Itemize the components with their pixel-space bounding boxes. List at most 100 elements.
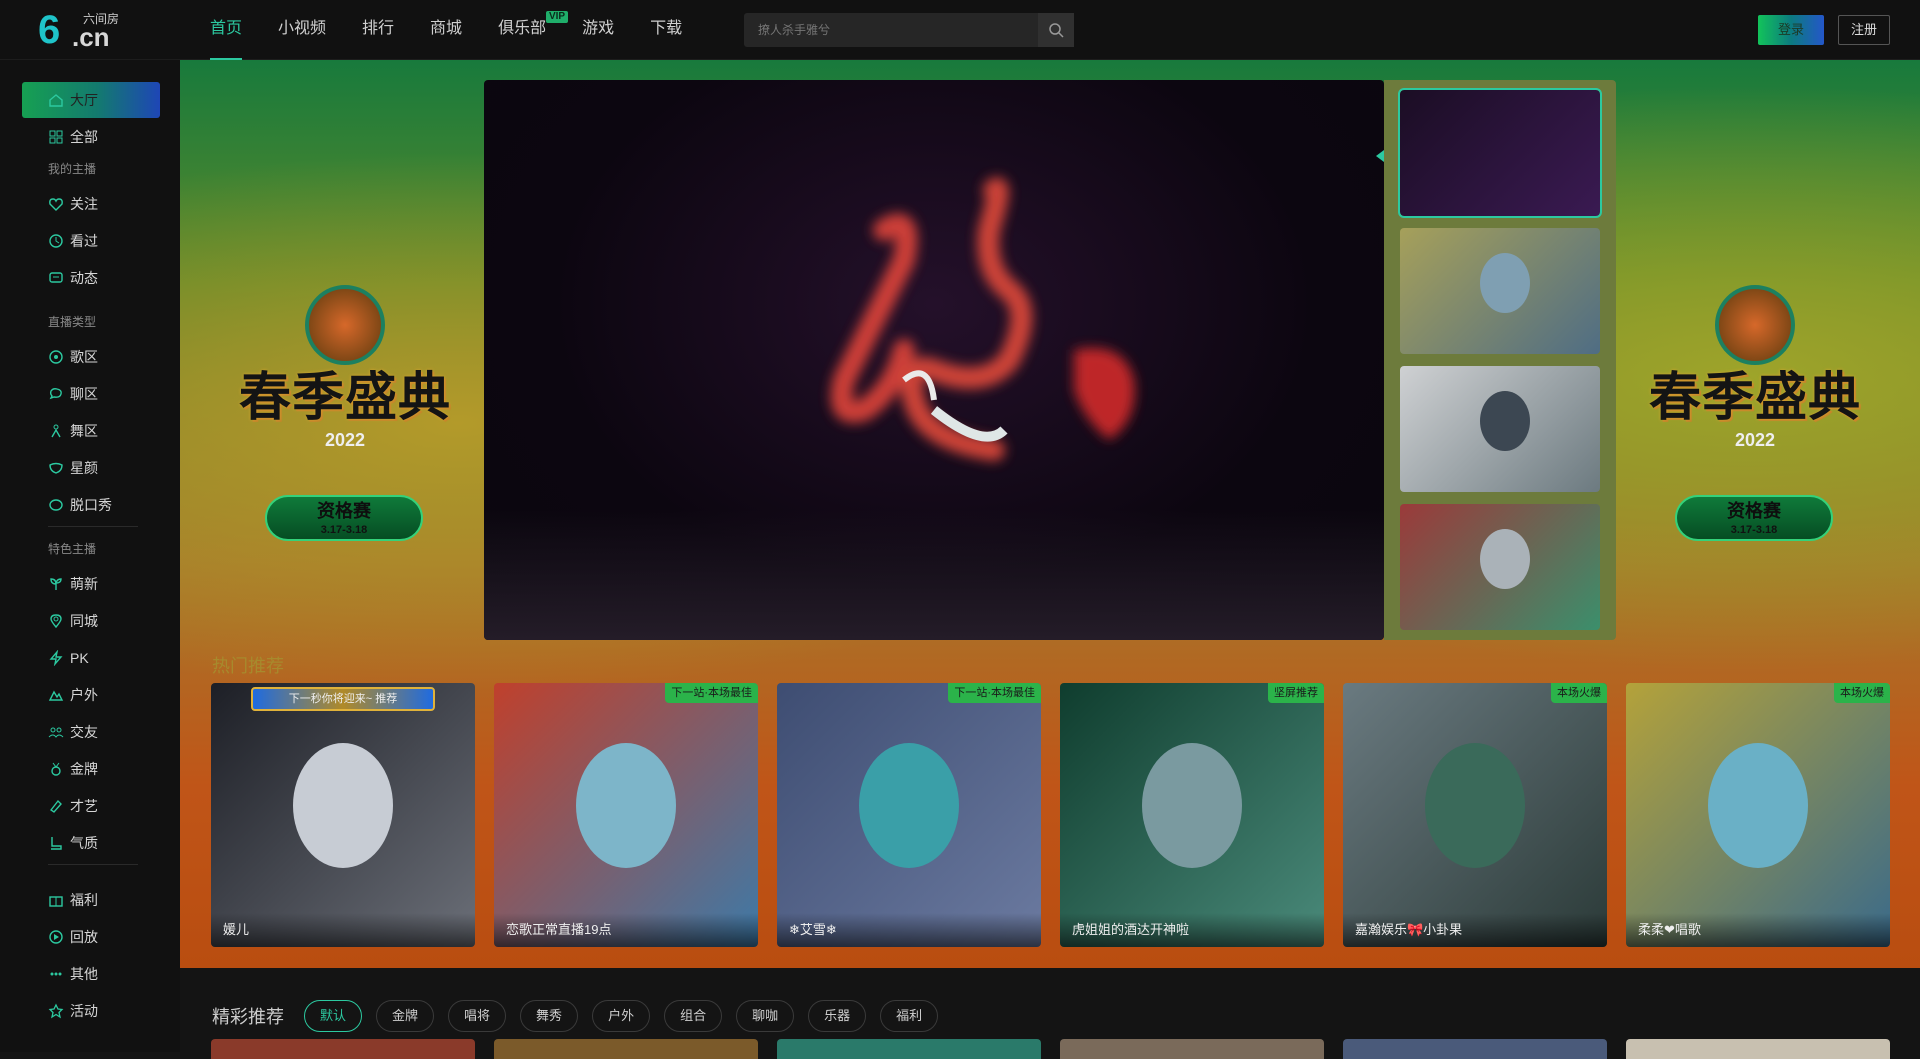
stream-thumbnail[interactable] — [1400, 228, 1600, 354]
streamer-photo — [1142, 743, 1242, 868]
festival-poster-right[interactable]: 春季盛典 2022 资格赛 3.17-3.18 — [1620, 285, 1890, 545]
sidebar-item[interactable]: 歌区 — [22, 339, 160, 375]
festival-emblem — [305, 285, 385, 365]
stream-card[interactable]: 下一秒你将迎来~ 推荐 媛儿 — [211, 683, 475, 947]
sidebar-item-label: 福利 — [70, 892, 98, 908]
stream-thumbnail[interactable] — [1400, 504, 1600, 630]
sidebar-item[interactable]: 同城 — [22, 603, 160, 639]
grid-icon — [49, 130, 63, 144]
nav-item[interactable]: 首页 — [210, 0, 243, 60]
music-icon — [49, 350, 63, 364]
sidebar-item-label: 关注 — [70, 196, 98, 212]
filter-chip[interactable]: 舞秀 — [520, 1000, 579, 1032]
sidebar-item[interactable]: 金牌 — [22, 751, 160, 787]
bubble-icon — [49, 388, 62, 400]
stream-card-peek[interactable] — [494, 1039, 758, 1059]
register-button[interactable]: 注册 — [1838, 15, 1890, 45]
sidebar-item[interactable]: 关注 — [22, 186, 160, 222]
sidebar-item[interactable]: 舞区 — [22, 413, 160, 449]
festival-badge[interactable]: 资格赛 3.17-3.18 — [1675, 495, 1833, 541]
stream-thumbnail[interactable] — [1398, 88, 1602, 218]
festival-emblem — [1715, 285, 1795, 365]
badge-dates: 3.17-3.18 — [320, 524, 368, 536]
stream-card[interactable]: 下一站·本场最佳 ❄艾雪❄ — [777, 683, 1041, 947]
sidebar-item[interactable]: 全部 — [22, 119, 160, 155]
search-button[interactable] — [1038, 13, 1074, 47]
stream-card-peek[interactable] — [1626, 1039, 1890, 1059]
stream-card[interactable]: 本场火爆 嘉瀚娱乐🎀小卦果 — [1343, 683, 1607, 947]
sidebar-item[interactable]: 脱口秀 — [22, 487, 160, 523]
festival-badge[interactable]: 资格赛 3.17-3.18 — [265, 495, 423, 541]
filter-chip[interactable]: 聊咖 — [736, 1000, 795, 1032]
dots-icon — [50, 972, 62, 976]
nav-item[interactable]: 下载 — [650, 0, 682, 60]
site-logo[interactable]: 6 六间房 .cn — [38, 8, 128, 52]
top-navbar: 6 六间房 .cn 首页 小视频 排行 商城 俱乐部VIP 游戏 下载 登录 注册 — [0, 0, 1920, 60]
sidebar-item[interactable]: 动态 — [22, 260, 160, 296]
filter-chip[interactable]: 组合 — [664, 1000, 723, 1032]
sidebar-item[interactable]: 大厅 — [22, 82, 160, 118]
search-input[interactable] — [744, 13, 1038, 47]
mountain-icon — [48, 690, 64, 701]
nav-item[interactable]: 商城 — [430, 0, 462, 60]
sidebar-item-label: 聊区 — [70, 386, 98, 402]
sidebar-item[interactable]: 回放 — [22, 919, 160, 955]
sidebar-item[interactable]: 其他 — [22, 956, 160, 992]
sidebar-item-label: 萌新 — [70, 576, 98, 592]
hot-stream-cards: 下一秒你将迎来~ 推荐 媛儿 下一站·本场最佳 恋歌正常直播19点 下一站·本场最佳 ❄艾… — [211, 683, 1920, 947]
sidebar-item[interactable]: 星颜 — [22, 450, 160, 486]
home-icon — [49, 94, 63, 107]
sidebar-item[interactable]: 气质 — [22, 825, 160, 861]
search-box — [744, 13, 1074, 47]
stream-card-peek[interactable] — [1343, 1039, 1607, 1059]
sidebar-item[interactable]: 萌新 — [22, 566, 160, 602]
sidebar-item-label: 脱口秀 — [70, 497, 112, 513]
sidebar-item[interactable]: 福利 — [22, 882, 160, 918]
sidebar-item-label: 户外 — [70, 687, 98, 703]
nav-item[interactable]: 俱乐部 VIP — [498, 0, 569, 60]
sidebar-divider — [48, 526, 138, 527]
stream-card[interactable]: 本场火爆 柔柔❤唱歌 — [1626, 683, 1890, 947]
nav-item[interactable]: 游戏 — [582, 0, 614, 60]
sidebar-item-label: 星颜 — [70, 460, 98, 476]
stream-card-peek[interactable] — [211, 1039, 475, 1059]
medal-icon — [51, 762, 61, 776]
filter-chip[interactable]: 金牌 — [376, 1000, 435, 1032]
filter-chip[interactable]: 唱将 — [448, 1000, 507, 1032]
sidebar-item-label: 动态 — [70, 270, 98, 286]
filter-chip[interactable]: 乐器 — [808, 1000, 867, 1032]
sprout-icon — [50, 578, 62, 590]
sidebar-item[interactable]: 交友 — [22, 714, 160, 750]
stream-card[interactable]: 下一站·本场最佳 恋歌正常直播19点 — [494, 683, 758, 947]
sidebar-item[interactable]: 才艺 — [22, 788, 160, 824]
stream-card[interactable]: 坚屏推荐 虎姐姐的酒达开神啦 — [1060, 683, 1324, 947]
login-button[interactable]: 登录 — [1758, 15, 1824, 45]
sidebar-item[interactable]: 活动 — [22, 993, 160, 1029]
stream-card-peek[interactable] — [1060, 1039, 1324, 1059]
sidebar-item[interactable]: PK — [22, 640, 160, 676]
sidebar-item[interactable]: 看过 — [22, 223, 160, 259]
sidebar-item[interactable]: 户外 — [22, 677, 160, 713]
selected-arrow-icon — [1376, 150, 1384, 162]
stream-thumbnail[interactable] — [1400, 366, 1600, 492]
dance-icon — [51, 424, 61, 438]
live-video-player[interactable] — [484, 80, 1384, 640]
nav-item-label: 小视频 — [278, 20, 327, 37]
people-icon — [48, 727, 64, 738]
badge-title: 资格赛 — [317, 501, 371, 521]
sidebar-item[interactable]: 聊区 — [22, 376, 160, 412]
streamer-photo — [293, 743, 393, 868]
streamer-avatar — [1480, 529, 1530, 589]
sidebar-item-label: 全部 — [70, 129, 98, 145]
festival-poster-left[interactable]: 春季盛典 2022 资格赛 3.17-3.18 — [210, 285, 480, 545]
sidebar-item-label: 活动 — [70, 1003, 98, 1019]
filter-chip[interactable]: 默认 — [304, 1000, 363, 1032]
nav-item[interactable]: 排行 — [362, 0, 394, 60]
nav-item-label: 下载 — [650, 20, 683, 37]
filter-chip[interactable]: 福利 — [880, 1000, 939, 1032]
stream-card-peek[interactable] — [777, 1039, 1041, 1059]
badge-title: 资格赛 — [1727, 501, 1781, 521]
filter-chip[interactable]: 户外 — [592, 1000, 651, 1032]
streamer-name: 柔柔❤唱歌 — [1626, 913, 1890, 947]
nav-item[interactable]: 小视频 — [278, 0, 326, 60]
